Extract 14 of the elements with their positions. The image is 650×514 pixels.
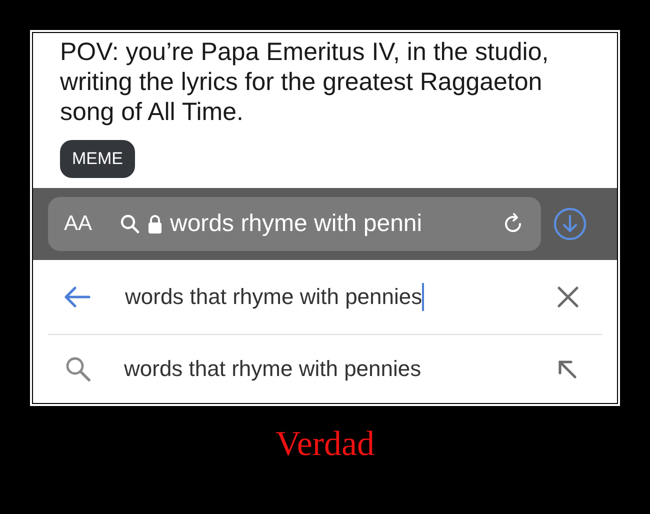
back-arrow-icon[interactable]: [63, 286, 91, 308]
post-title: POV: you’re Papa Emeritus IV, in the studio, writing the lyrics for the greatest Raggaeton song of All Time.: [60, 37, 550, 127]
caption: Verdad: [275, 424, 375, 464]
url-text: words rhyme with penni: [170, 209, 424, 240]
search-input[interactable]: words that rhyme with pennies: [125, 280, 557, 314]
meme-tag[interactable]: MEME: [60, 140, 135, 178]
lock-icon: [148, 214, 162, 234]
search-icon: [120, 214, 140, 234]
suggestion-item[interactable]: words that rhyme with pennies: [124, 352, 557, 386]
address-bar[interactable]: AA words rhyme with penni: [48, 197, 541, 252]
fill-arrow-icon[interactable]: [557, 358, 577, 379]
text-size-button[interactable]: AA: [64, 208, 120, 240]
close-icon[interactable]: [557, 286, 579, 308]
search-icon: [65, 356, 91, 382]
